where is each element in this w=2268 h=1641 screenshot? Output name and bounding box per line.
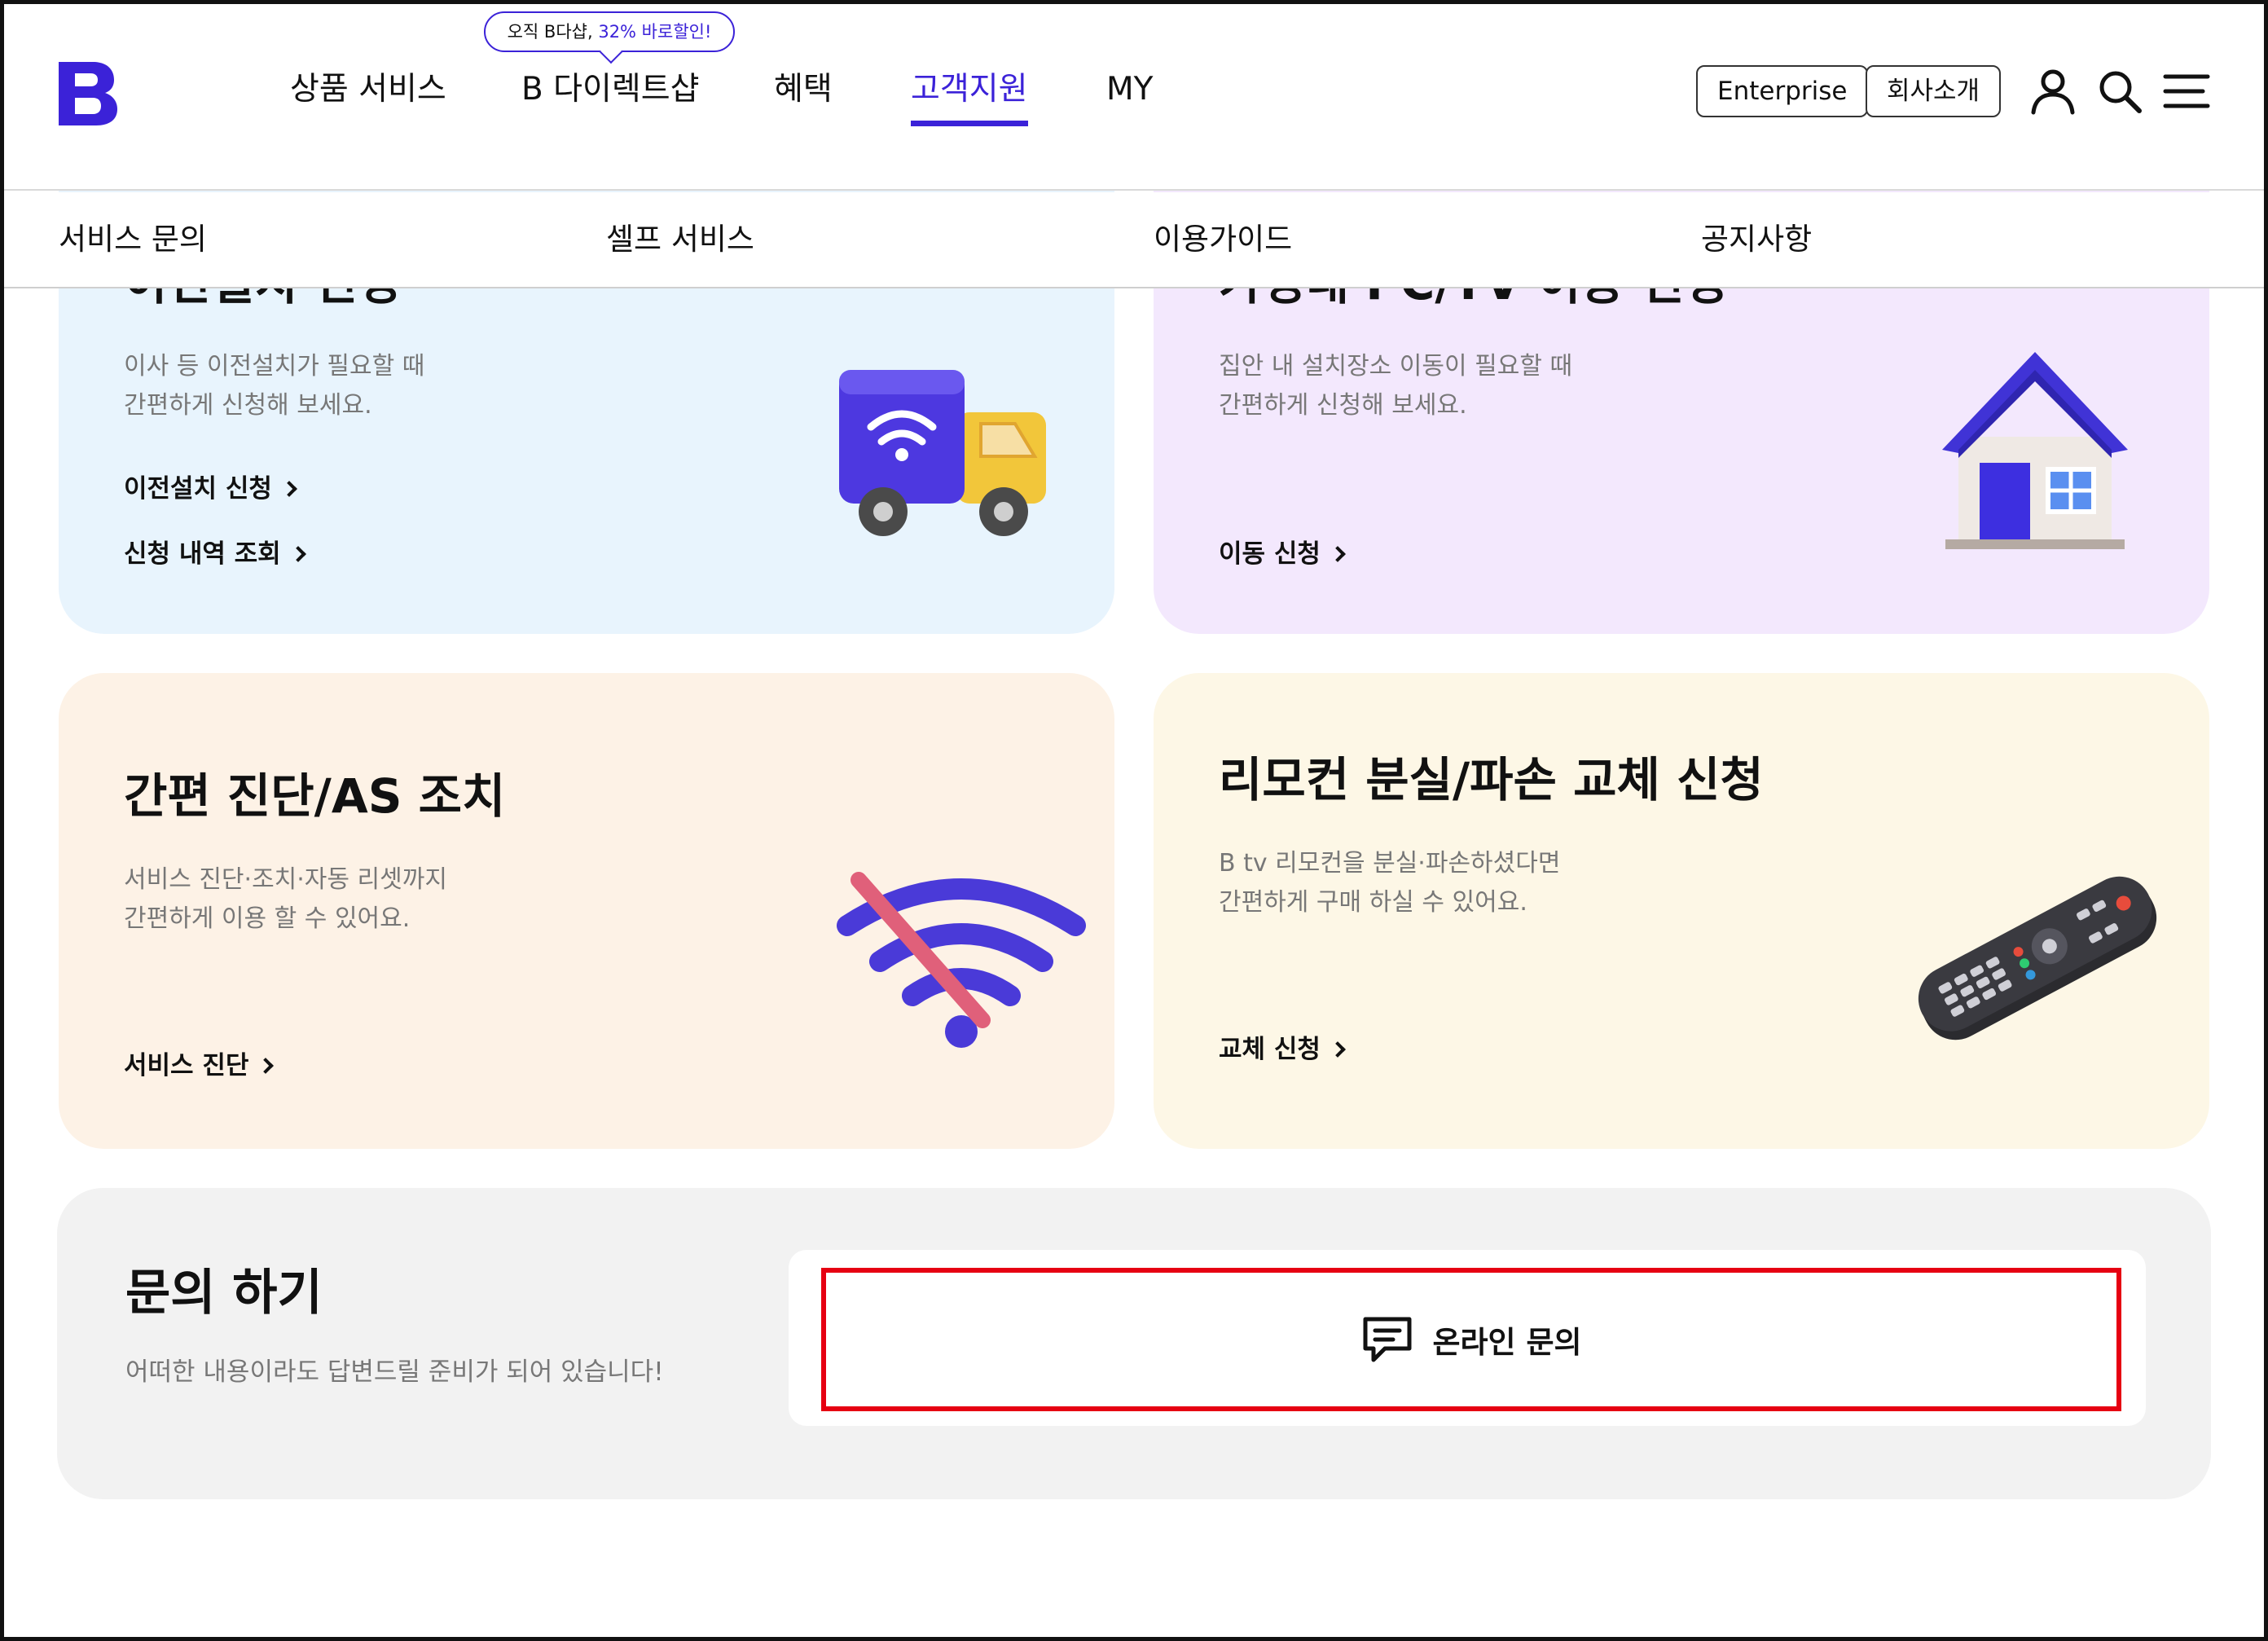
support-subnav: 서비스 문의 셀프 서비스 이용가이드 공지사항 xyxy=(0,192,2268,288)
chevron-right-icon xyxy=(1329,546,1346,562)
nav-item-benefits[interactable]: 혜택 xyxy=(774,65,833,114)
relocation-history-label: 신청 내역 조회 xyxy=(124,539,281,569)
global-header: 오직 B다샵, 32% 바로할인! 상품 서비스 B 다이렉트샵 혜택 고객지원… xyxy=(0,0,2268,191)
promo-text: 오직 B다샵, xyxy=(507,22,599,42)
promo-highlight: 32% 바로할인! xyxy=(598,22,712,42)
relocation-apply-label: 이전설치 신청 xyxy=(124,474,272,504)
chevron-right-icon xyxy=(257,1058,275,1074)
diagnosis-card: 간편 진단/AS 조치 서비스 진단·조치·자동 리셋까지 간편하게 이용 할 … xyxy=(59,673,1114,1149)
remote-card: 리모컨 분실/파손 교체 신청 B tv 리모컨을 분실·파손하셨다면 간편하게… xyxy=(1154,673,2209,1149)
house-icon xyxy=(1942,352,2128,549)
truck-icon xyxy=(839,370,1046,536)
remote-control-icon xyxy=(1918,876,2157,1040)
diagnosis-card-desc-2: 간편하게 이용 할 수 있어요. xyxy=(124,904,411,933)
chevron-right-icon xyxy=(281,481,297,497)
relocation-card-desc-2: 간편하게 신청해 보세요. xyxy=(124,391,372,420)
inquiry-desc: 어떠한 내용이라도 답변드릴 준비가 되어 있습니다! xyxy=(125,1357,664,1387)
remote-card-desc-1: B tv 리모컨을 분실·파손하셨다면 xyxy=(1219,849,1561,878)
relocation-card-desc-1: 이사 등 이전설치가 필요할 때 xyxy=(124,352,425,381)
move-apply-link[interactable]: 이동 신청 xyxy=(1219,533,1346,570)
nav-item-my[interactable]: MY xyxy=(1106,65,1153,114)
chevron-right-icon xyxy=(289,546,306,562)
subnav-item-self-service[interactable]: 셀프 서비스 xyxy=(606,217,754,262)
online-inquiry-label: 온라인 문의 xyxy=(1432,1325,1582,1360)
nav-item-support-label: 고객지원 xyxy=(911,71,1028,108)
diagnosis-card-desc-1: 서비스 진단·조치·자동 리셋까지 xyxy=(124,865,447,894)
subnav-item-notices[interactable]: 공지사항 xyxy=(1701,217,1812,262)
search-icon[interactable] xyxy=(2094,65,2146,117)
subnav-item-usage-guide[interactable]: 이용가이드 xyxy=(1154,217,1292,262)
nav-item-products[interactable]: 상품 서비스 xyxy=(290,65,446,114)
remote-card-title: 리모컨 분실/파손 교체 신청 xyxy=(1219,752,1764,807)
nav-item-support[interactable]: 고객지원 xyxy=(911,65,1028,126)
wifi-off-icon xyxy=(837,872,1086,1048)
diagnosis-card-title: 간편 진단/AS 조치 xyxy=(124,768,506,824)
nav-item-direct-shop[interactable]: B 다이렉트샵 xyxy=(521,65,700,114)
user-icon[interactable] xyxy=(2027,65,2079,117)
subnav-item-service-inquiry[interactable]: 서비스 문의 xyxy=(59,217,207,262)
relocation-apply-link[interactable]: 이전설치 신청 xyxy=(124,468,297,504)
service-diagnosis-link[interactable]: 서비스 진단 xyxy=(124,1045,275,1081)
chevron-right-icon xyxy=(1329,1041,1346,1058)
remote-replace-link[interactable]: 교체 신청 xyxy=(1219,1028,1346,1065)
active-nav-underline xyxy=(911,121,1028,126)
move-card-desc-1: 집안 내 설치장소 이동이 필요할 때 xyxy=(1219,352,1573,381)
company-intro-button[interactable]: 회사소개 xyxy=(1866,65,2002,117)
remote-card-desc-2: 간편하게 구매 하실 수 있어요. xyxy=(1219,888,1527,917)
move-apply-label: 이동 신청 xyxy=(1219,539,1321,569)
brand-logo[interactable] xyxy=(55,59,119,127)
move-card-desc-2: 간편하게 신청해 보세요. xyxy=(1219,391,1467,420)
service-diagnosis-label: 서비스 진단 xyxy=(124,1051,249,1080)
menu-icon[interactable] xyxy=(2160,65,2213,117)
chat-icon xyxy=(1363,1317,1412,1362)
remote-replace-label: 교체 신청 xyxy=(1219,1035,1321,1064)
promo-bubble[interactable]: 오직 B다샵, 32% 바로할인! xyxy=(484,11,735,52)
inquiry-title: 문의 하기 xyxy=(125,1265,323,1322)
enterprise-button[interactable]: Enterprise xyxy=(1696,65,1869,117)
relocation-history-link[interactable]: 신청 내역 조회 xyxy=(124,533,306,570)
online-inquiry-button[interactable]: 온라인 문의 xyxy=(821,1268,2121,1411)
